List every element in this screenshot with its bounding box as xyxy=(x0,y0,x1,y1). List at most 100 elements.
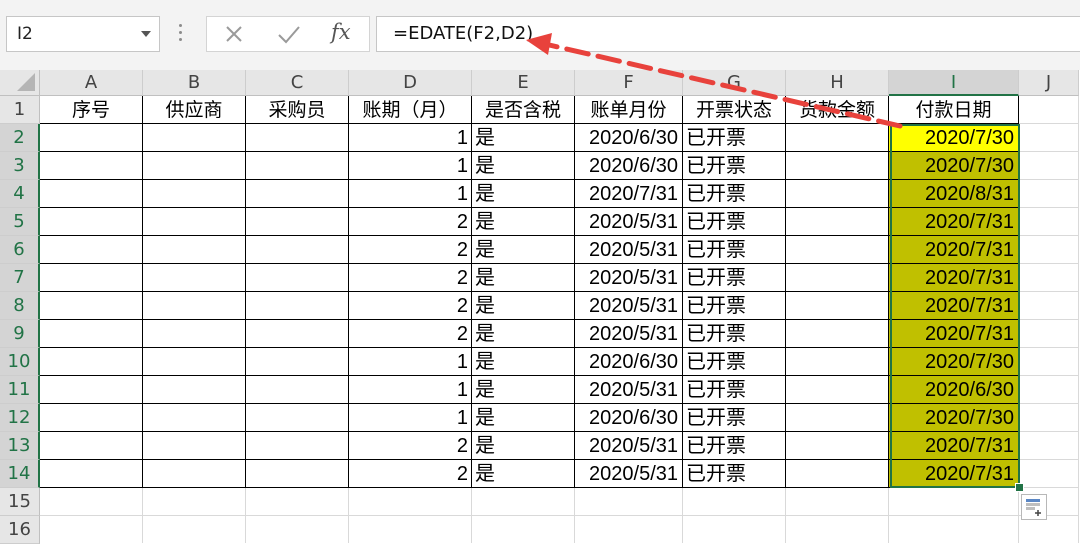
cell-c11[interactable] xyxy=(246,376,349,404)
cell-e12[interactable]: 是 xyxy=(472,404,575,432)
cell-e9[interactable]: 是 xyxy=(472,320,575,348)
cell-e7[interactable]: 是 xyxy=(472,264,575,292)
header-cell-d[interactable]: 账期（月） xyxy=(349,96,472,124)
row-header-14[interactable]: 14 xyxy=(0,460,40,488)
cell-j8[interactable] xyxy=(1019,292,1079,320)
cell-d15[interactable] xyxy=(349,488,472,516)
cell-a10[interactable] xyxy=(40,348,143,376)
cell-b12[interactable] xyxy=(143,404,246,432)
cell-c5[interactable] xyxy=(246,208,349,236)
column-header-h[interactable]: H xyxy=(786,70,889,96)
cell-b8[interactable] xyxy=(143,292,246,320)
column-header-e[interactable]: E xyxy=(472,70,575,96)
cell-g6[interactable]: 已开票 xyxy=(683,236,786,264)
cell-f6[interactable]: 2020/5/31 xyxy=(575,236,683,264)
cell-j13[interactable] xyxy=(1019,432,1079,460)
cell-f15[interactable] xyxy=(575,488,683,516)
column-header-i[interactable]: I xyxy=(889,70,1019,96)
cell-h11[interactable] xyxy=(786,376,889,404)
cell-g2[interactable]: 已开票 xyxy=(683,124,786,152)
header-cell-a[interactable]: 序号 xyxy=(40,96,143,124)
cell-d5[interactable]: 2 xyxy=(349,208,472,236)
cell-c13[interactable] xyxy=(246,432,349,460)
row-header-9[interactable]: 9 xyxy=(0,320,40,348)
cell-g10[interactable]: 已开票 xyxy=(683,348,786,376)
row-header-16[interactable]: 16 xyxy=(0,516,40,544)
cell-h5[interactable] xyxy=(786,208,889,236)
cell-d4[interactable]: 1 xyxy=(349,180,472,208)
cell-h14[interactable] xyxy=(786,460,889,488)
column-header-f[interactable]: F xyxy=(575,70,683,96)
cell-b10[interactable] xyxy=(143,348,246,376)
cell-g3[interactable]: 已开票 xyxy=(683,152,786,180)
cell-g7[interactable]: 已开票 xyxy=(683,264,786,292)
cell-c3[interactable] xyxy=(246,152,349,180)
cell-g12[interactable]: 已开票 xyxy=(683,404,786,432)
cell-b3[interactable] xyxy=(143,152,246,180)
drag-handle-icon[interactable] xyxy=(179,24,183,46)
cell-g8[interactable]: 已开票 xyxy=(683,292,786,320)
cell-b2[interactable] xyxy=(143,124,246,152)
header-cell-h[interactable]: 货款金额 xyxy=(786,96,889,124)
cell-f12[interactable]: 2020/6/30 xyxy=(575,404,683,432)
cell-j12[interactable] xyxy=(1019,404,1079,432)
cell-h15[interactable] xyxy=(786,488,889,516)
cell-h8[interactable] xyxy=(786,292,889,320)
cell-e5[interactable]: 是 xyxy=(472,208,575,236)
cell-e8[interactable]: 是 xyxy=(472,292,575,320)
cell-f16[interactable] xyxy=(575,516,683,543)
cell-j6[interactable] xyxy=(1019,236,1079,264)
cell-d2[interactable]: 1 xyxy=(349,124,472,152)
cell-a4[interactable] xyxy=(40,180,143,208)
cell-d13[interactable]: 2 xyxy=(349,432,472,460)
cell-c4[interactable] xyxy=(246,180,349,208)
cell-f2[interactable]: 2020/6/30 xyxy=(575,124,683,152)
cell-c9[interactable] xyxy=(246,320,349,348)
cell-g15[interactable] xyxy=(683,488,786,516)
row-header-15[interactable]: 15 xyxy=(0,488,40,516)
cell-d9[interactable]: 2 xyxy=(349,320,472,348)
cell-a6[interactable] xyxy=(40,236,143,264)
cell-a13[interactable] xyxy=(40,432,143,460)
cell-c10[interactable] xyxy=(246,348,349,376)
cell-e13[interactable]: 是 xyxy=(472,432,575,460)
cell-d3[interactable]: 1 xyxy=(349,152,472,180)
cell-a9[interactable] xyxy=(40,320,143,348)
cell-b11[interactable] xyxy=(143,376,246,404)
cell-j4[interactable] xyxy=(1019,180,1079,208)
cell-b14[interactable] xyxy=(143,460,246,488)
cell-d10[interactable]: 1 xyxy=(349,348,472,376)
cell-d7[interactable]: 2 xyxy=(349,264,472,292)
cell-j9[interactable] xyxy=(1019,320,1079,348)
cell-d11[interactable]: 1 xyxy=(349,376,472,404)
cell-c16[interactable] xyxy=(246,516,349,543)
cell-a15[interactable] xyxy=(40,488,143,516)
cell-d6[interactable]: 2 xyxy=(349,236,472,264)
cell-e2[interactable]: 是 xyxy=(472,124,575,152)
fx-icon[interactable]: fx xyxy=(331,20,351,44)
cell-b13[interactable] xyxy=(143,432,246,460)
header-cell-i[interactable]: 付款日期 xyxy=(889,96,1019,124)
cell-d16[interactable] xyxy=(349,516,472,543)
cell-j11[interactable] xyxy=(1019,376,1079,404)
chevron-down-icon[interactable] xyxy=(141,31,151,37)
row-header-3[interactable]: 3 xyxy=(0,152,40,180)
name-box[interactable]: I2 xyxy=(6,16,160,52)
cell-c15[interactable] xyxy=(246,488,349,516)
check-icon[interactable] xyxy=(269,17,309,53)
close-icon[interactable] xyxy=(215,17,255,53)
cell-f14[interactable]: 2020/5/31 xyxy=(575,460,683,488)
cell-e15[interactable] xyxy=(472,488,575,516)
cell-e11[interactable]: 是 xyxy=(472,376,575,404)
cell-g11[interactable]: 已开票 xyxy=(683,376,786,404)
header-cell-e[interactable]: 是否含税 xyxy=(472,96,575,124)
header-cell-f[interactable]: 账单月份 xyxy=(575,96,683,124)
cell-h16[interactable] xyxy=(786,516,889,543)
cell-h3[interactable] xyxy=(786,152,889,180)
formula-input[interactable]: =EDATE(F2,D2) xyxy=(376,16,1080,52)
cell-h12[interactable] xyxy=(786,404,889,432)
cell-j14[interactable] xyxy=(1019,460,1079,488)
row-header-10[interactable]: 10 xyxy=(0,348,40,376)
cell-g5[interactable]: 已开票 xyxy=(683,208,786,236)
row-header-8[interactable]: 8 xyxy=(0,292,40,320)
